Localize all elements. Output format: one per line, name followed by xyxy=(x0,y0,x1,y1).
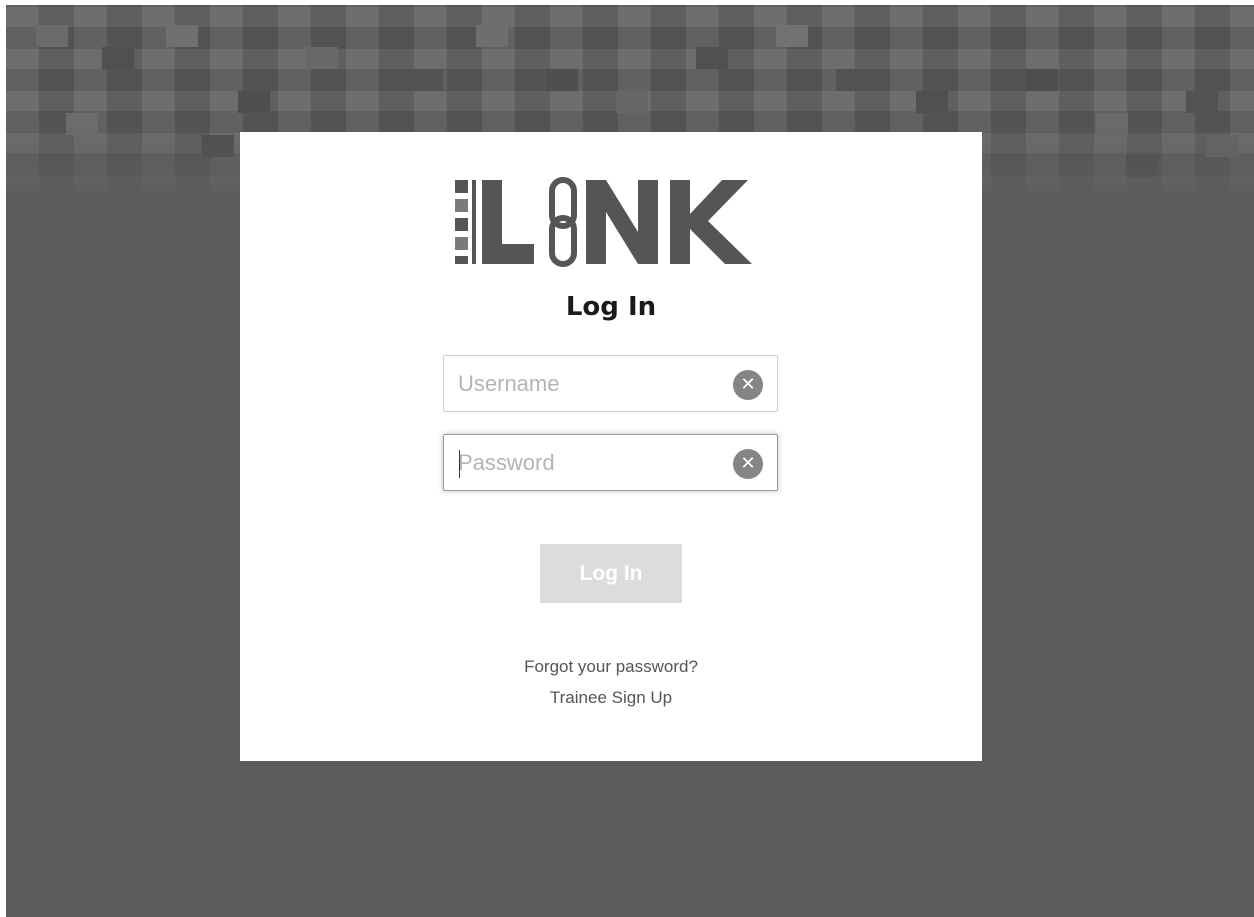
trainee-signup-link[interactable]: Trainee Sign Up xyxy=(240,688,982,708)
username-field[interactable]: ✕ xyxy=(443,355,778,412)
login-title: Log In xyxy=(565,292,657,322)
login-button[interactable]: Log In xyxy=(540,544,682,603)
clear-username-icon[interactable]: ✕ xyxy=(733,370,763,400)
password-input[interactable] xyxy=(458,445,728,481)
background: Log In ✕ ✕ Log In Forgot your password? … xyxy=(6,5,1254,917)
username-input[interactable] xyxy=(458,366,728,402)
login-card: Log In ✕ ✕ Log In Forgot your password? … xyxy=(240,132,982,761)
clear-password-icon[interactable]: ✕ xyxy=(733,449,763,479)
text-caret xyxy=(459,450,460,478)
forgot-password-link[interactable]: Forgot your password? xyxy=(240,657,982,677)
link-logo xyxy=(455,177,752,267)
password-field[interactable]: ✕ xyxy=(443,434,778,491)
